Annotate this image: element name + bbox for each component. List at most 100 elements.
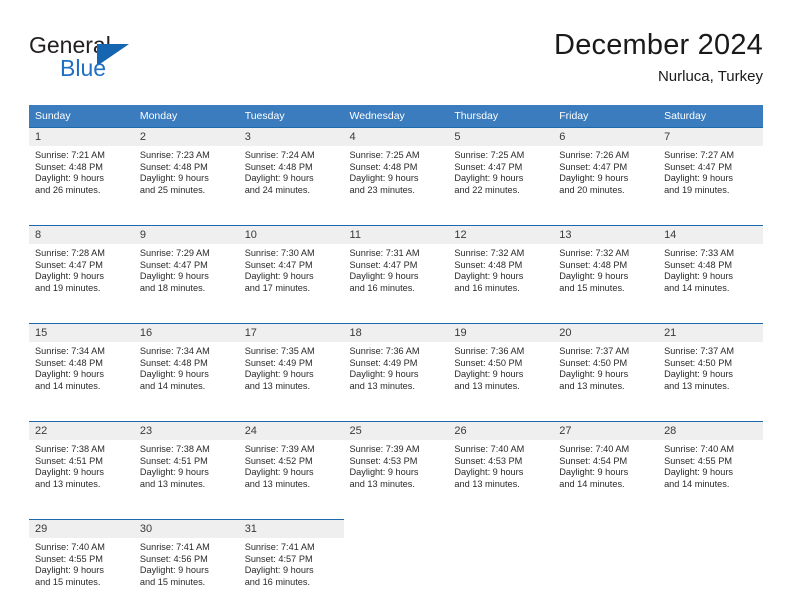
- sunset-time: Sunset: 4:48 PM: [349, 161, 418, 172]
- calendar-day-cell[interactable]: 24 Sunrise: 7:39 AM Sunset: 4:52 PM Dayligh…: [238, 421, 344, 511]
- day-cell-inner: 1 Sunrise: 7:21 AM Sunset: 4:48 PM Daylight…: [29, 127, 134, 217]
- daylight-duration-line2: and 15 minutes.: [139, 576, 206, 587]
- calendar-day-cell[interactable]: 4 Sunrise: 7:25 AM Sunset: 4:48 PM Daylight…: [343, 127, 449, 217]
- calendar-day-cell[interactable]: 8 Sunrise: 7:28 AM Sunset: 4:47 PM Daylight…: [29, 225, 134, 315]
- spacer-cell: [658, 315, 763, 323]
- sunset-time: Sunset: 4:48 PM: [664, 259, 732, 270]
- spacer-cell: [133, 315, 239, 323]
- daylight-duration-line2: and 14 minutes.: [664, 478, 730, 489]
- daylight-duration-line1: Daylight: 9 hours: [559, 467, 629, 478]
- sunrise-time: Sunrise: 7:34 AM: [139, 346, 210, 356]
- calendar-week-row: 29 Sunrise: 7:40 AM Sunset: 4:55 PM Dayligh…: [29, 519, 763, 609]
- spacer-cell: [133, 413, 239, 421]
- calendar-day-cell[interactable]: 6 Sunrise: 7:26 AM Sunset: 4:47 PM Daylight…: [553, 127, 659, 217]
- spacer-cell: [133, 217, 239, 225]
- calendar-day-cell[interactable]: 13 Sunrise: 7:32 AM Sunset: 4:48 PM Dayligh…: [553, 225, 659, 315]
- calendar-day-cell[interactable]: 16 Sunrise: 7:34 AM Sunset: 4:48 PM Dayligh…: [133, 323, 239, 413]
- calendar-day-cell[interactable]: 14 Sunrise: 7:33 AM Sunset: 4:48 PM Dayligh…: [658, 225, 763, 315]
- day-number: 10: [238, 226, 344, 244]
- calendar-day-cell[interactable]: 21 Sunrise: 7:37 AM Sunset: 4:50 PM Dayligh…: [658, 323, 763, 413]
- daylight-duration-line2: and 14 minutes.: [35, 380, 101, 391]
- brand-logo[interactable]: General Blue: [29, 32, 229, 90]
- calendar-day-cell[interactable]: 20 Sunrise: 7:37 AM Sunset: 4:50 PM Dayligh…: [553, 323, 659, 413]
- calendar-day-cell[interactable]: 23 Sunrise: 7:38 AM Sunset: 4:51 PM Dayligh…: [133, 421, 239, 511]
- sunrise-time: Sunrise: 7:40 AM: [664, 444, 735, 454]
- spacer-cell: [238, 217, 344, 225]
- day-number: 29: [29, 520, 134, 538]
- daylight-duration-line2: and 17 minutes.: [244, 282, 311, 293]
- calendar-day-cell[interactable]: 17 Sunrise: 7:35 AM Sunset: 4:49 PM Dayligh…: [238, 323, 344, 413]
- sunset-time: Sunset: 4:50 PM: [664, 357, 732, 368]
- sunset-time: Sunset: 4:48 PM: [35, 161, 103, 172]
- sunset-time: Sunset: 4:48 PM: [454, 259, 523, 270]
- spacer-cell: [553, 315, 659, 323]
- day-number: 4: [343, 128, 449, 146]
- calendar-day-cell[interactable]: 22 Sunrise: 7:38 AM Sunset: 4:51 PM Dayligh…: [29, 421, 134, 511]
- calendar-day-cell[interactable]: 29 Sunrise: 7:40 AM Sunset: 4:55 PM Dayligh…: [29, 519, 134, 609]
- day-cell-details: Sunrise: 7:37 AM Sunset: 4:50 PM Daylight:…: [553, 342, 658, 392]
- day-cell-inner: 22 Sunrise: 7:38 AM Sunset: 4:51 PM Dayligh…: [29, 421, 134, 511]
- daylight-duration-line2: and 13 minutes.: [139, 478, 206, 489]
- calendar-day-cell[interactable]: 28 Sunrise: 7:40 AM Sunset: 4:55 PM Dayligh…: [658, 421, 763, 511]
- daylight-duration-line2: and 13 minutes.: [244, 478, 311, 489]
- spacer-cell: [29, 413, 134, 421]
- calendar-day-cell[interactable]: 18 Sunrise: 7:36 AM Sunset: 4:49 PM Dayligh…: [343, 323, 449, 413]
- sunset-time: Sunset: 4:57 PM: [244, 553, 313, 564]
- day-cell-details: Sunrise: 7:40 AM Sunset: 4:55 PM Daylight:…: [658, 440, 763, 490]
- day-cell-details: Sunrise: 7:31 AM Sunset: 4:47 PM Daylight:…: [344, 244, 449, 294]
- calendar-day-cell[interactable]: 3 Sunrise: 7:24 AM Sunset: 4:48 PM Daylight…: [238, 127, 344, 217]
- day-cell-inner: [448, 519, 553, 609]
- day-cell-details: Sunrise: 7:39 AM Sunset: 4:53 PM Daylight:…: [344, 440, 449, 490]
- day-cell-inner: 24 Sunrise: 7:39 AM Sunset: 4:52 PM Dayligh…: [238, 421, 344, 511]
- daylight-duration-line2: and 14 minutes.: [664, 282, 730, 293]
- sunrise-time: Sunrise: 7:34 AM: [35, 346, 105, 356]
- daylight-duration-line1: Daylight: 9 hours: [349, 467, 419, 478]
- day-number: 21: [658, 324, 763, 342]
- day-number: 18: [343, 324, 449, 342]
- day-number: 8: [29, 226, 134, 244]
- daylight-duration-line2: and 25 minutes.: [139, 184, 206, 195]
- page-title: December 2024: [554, 29, 763, 61]
- calendar-day-cell[interactable]: 1 Sunrise: 7:21 AM Sunset: 4:48 PM Daylight…: [29, 127, 134, 217]
- day-cell-details: Sunrise: 7:28 AM Sunset: 4:47 PM Daylight:…: [29, 244, 134, 294]
- day-cell-details: Sunrise: 7:34 AM Sunset: 4:48 PM Daylight:…: [134, 342, 239, 392]
- calendar-day-cell[interactable]: 15 Sunrise: 7:34 AM Sunset: 4:48 PM Dayligh…: [29, 323, 134, 413]
- calendar-week-row: 15 Sunrise: 7:34 AM Sunset: 4:48 PM Dayligh…: [29, 323, 763, 413]
- calendar-empty-cell: [553, 519, 659, 609]
- calendar-day-cell[interactable]: 10 Sunrise: 7:30 AM Sunset: 4:47 PM Dayligh…: [238, 225, 344, 315]
- calendar-day-cell[interactable]: 11 Sunrise: 7:31 AM Sunset: 4:47 PM Dayligh…: [343, 225, 449, 315]
- sunset-time: Sunset: 4:53 PM: [454, 455, 523, 466]
- sunrise-time: Sunrise: 7:25 AM: [454, 150, 525, 160]
- sunset-time: Sunset: 4:47 PM: [349, 259, 418, 270]
- sunrise-time: Sunrise: 7:32 AM: [454, 248, 525, 258]
- day-cell-details: Sunrise: 7:29 AM Sunset: 4:47 PM Daylight:…: [134, 244, 239, 294]
- sunset-time: Sunset: 4:48 PM: [244, 161, 313, 172]
- sunrise-time: Sunrise: 7:28 AM: [35, 248, 105, 258]
- daylight-duration-line2: and 16 minutes.: [244, 576, 311, 587]
- day-number: 24: [238, 422, 344, 440]
- calendar-day-cell[interactable]: 7 Sunrise: 7:27 AM Sunset: 4:47 PM Daylight…: [658, 127, 763, 217]
- calendar-day-cell[interactable]: 30 Sunrise: 7:41 AM Sunset: 4:56 PM Dayligh…: [133, 519, 239, 609]
- day-number: 9: [133, 226, 239, 244]
- calendar-day-cell[interactable]: 26 Sunrise: 7:40 AM Sunset: 4:53 PM Dayligh…: [448, 421, 554, 511]
- day-cell-details: Sunrise: 7:38 AM Sunset: 4:51 PM Daylight:…: [134, 440, 239, 490]
- calendar-day-cell[interactable]: 27 Sunrise: 7:40 AM Sunset: 4:54 PM Dayligh…: [553, 421, 659, 511]
- sunrise-time: Sunrise: 7:35 AM: [244, 346, 315, 356]
- day-number: 30: [133, 520, 239, 538]
- calendar-day-cell[interactable]: 19 Sunrise: 7:36 AM Sunset: 4:50 PM Dayligh…: [448, 323, 554, 413]
- calendar-day-cell[interactable]: 31 Sunrise: 7:41 AM Sunset: 4:57 PM Dayligh…: [238, 519, 344, 609]
- daylight-duration-line2: and 26 minutes.: [35, 184, 101, 195]
- calendar-day-cell[interactable]: 25 Sunrise: 7:39 AM Sunset: 4:53 PM Dayligh…: [343, 421, 449, 511]
- day-number: 31: [238, 520, 344, 538]
- calendar-day-cell[interactable]: 9 Sunrise: 7:29 AM Sunset: 4:47 PM Daylight…: [133, 225, 239, 315]
- calendar-day-cell[interactable]: 5 Sunrise: 7:25 AM Sunset: 4:47 PM Daylight…: [448, 127, 554, 217]
- day-cell-details: Sunrise: 7:39 AM Sunset: 4:52 PM Daylight:…: [239, 440, 344, 490]
- daylight-duration-line1: Daylight: 9 hours: [664, 271, 734, 282]
- spacer-cell: [29, 217, 134, 225]
- calendar-day-cell[interactable]: 2 Sunrise: 7:23 AM Sunset: 4:48 PM Daylight…: [133, 127, 239, 217]
- calendar-day-cell[interactable]: 12 Sunrise: 7:32 AM Sunset: 4:48 PM Dayligh…: [448, 225, 554, 315]
- daylight-duration-line2: and 15 minutes.: [35, 576, 101, 587]
- day-cell-inner: 4 Sunrise: 7:25 AM Sunset: 4:48 PM Daylight…: [343, 127, 449, 217]
- day-cell-details: Sunrise: 7:36 AM Sunset: 4:49 PM Daylight:…: [344, 342, 449, 392]
- calendar-row-spacer: [29, 315, 763, 323]
